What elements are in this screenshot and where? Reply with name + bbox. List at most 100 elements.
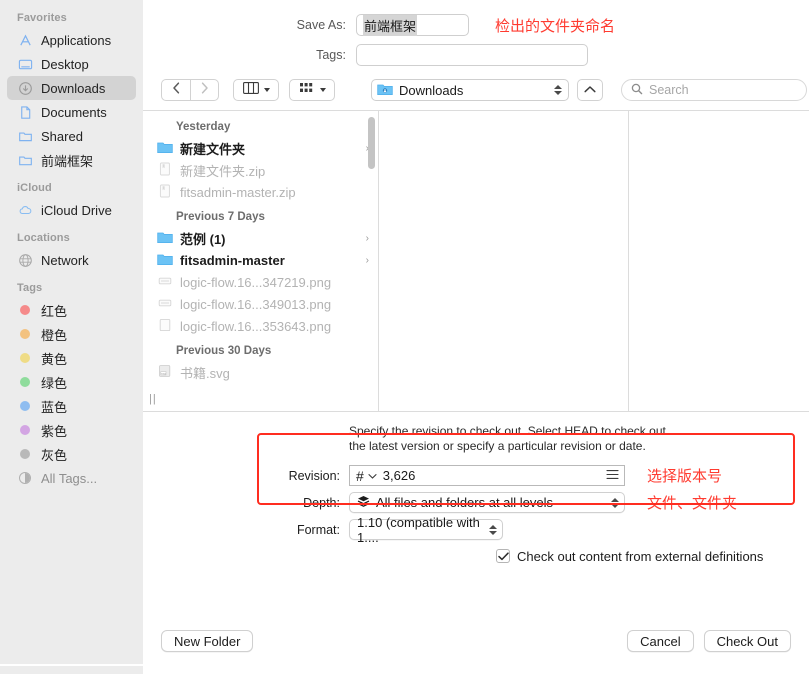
- sidebar-item-desktop[interactable]: Desktop: [7, 52, 136, 76]
- search-input[interactable]: Search: [621, 79, 807, 101]
- tag-dot-icon: [17, 422, 33, 438]
- file-row-新建文件夹-zip[interactable]: 新建文件夹.zip: [143, 159, 378, 181]
- sidebar-item-label: 红色: [41, 303, 68, 319]
- save-as-input[interactable]: 前端框架: [356, 14, 469, 36]
- sidebar-item-label: Desktop: [41, 56, 89, 72]
- chevron-right-icon: ›: [365, 254, 369, 266]
- new-folder-button[interactable]: New Folder: [161, 630, 254, 652]
- file-browser-column-1[interactable]: Yesterday 新建文件夹 › 新建文件夹.zip: [143, 111, 379, 411]
- tags-label: Tags:: [316, 48, 346, 62]
- cloud-icon: [17, 202, 33, 218]
- documents-icon: [17, 104, 33, 120]
- tag-dot-icon: [17, 446, 33, 462]
- sidebar-tag-gray[interactable]: 灰色: [7, 442, 136, 466]
- checkout-options: Specify the revision to check out. Selec…: [143, 412, 809, 569]
- sidebar-group-locations: Locations Network: [0, 232, 143, 272]
- file-group-header: Yesterday: [176, 121, 231, 133]
- sidebar-group-icloud: iCloud iCloud Drive: [0, 182, 143, 222]
- externals-checkbox-row[interactable]: Check out content from external definiti…: [143, 543, 809, 569]
- sidebar: Favorites Applications Desktop Downloads: [0, 0, 143, 664]
- folder-icon: [157, 252, 173, 269]
- format-label: Format:: [296, 522, 340, 537]
- file-row-书籍-svg[interactable]: svg 书籍.svg: [143, 361, 378, 383]
- sidebar-tag-green[interactable]: 绿色: [7, 370, 136, 394]
- format-popup-button[interactable]: 1.10 (compatible with 1....: [349, 515, 503, 545]
- file-row-fitsadmin-master-zip[interactable]: fitsadmin-master.zip: [143, 181, 378, 203]
- file-name: 新建文件夹.zip: [180, 163, 266, 179]
- downloads-folder-icon: [377, 82, 393, 99]
- file-row-logic-flow-347219[interactable]: logic-flow.16...347219.png: [143, 271, 378, 293]
- sidebar-tag-purple[interactable]: 紫色: [7, 418, 136, 442]
- sidebar-group-header: Tags: [17, 282, 43, 294]
- image-icon: [157, 296, 173, 313]
- sidebar-item-icloud-drive[interactable]: iCloud Drive: [7, 198, 136, 222]
- sidebar-item-applications[interactable]: Applications: [7, 28, 136, 52]
- image-file-icon: [157, 318, 173, 335]
- revision-value: 3,626: [382, 468, 416, 483]
- sidebar-item-shared[interactable]: Shared: [7, 124, 136, 148]
- file-row-范例-1[interactable]: 范例 (1) ›: [143, 227, 378, 249]
- file-name: fitsadmin-master: [180, 252, 285, 268]
- tag-dot-icon: [17, 398, 33, 414]
- file-name: fitsadmin-master.zip: [180, 184, 296, 200]
- path-popup-button[interactable]: Downloads: [371, 79, 569, 101]
- sidebar-item-network[interactable]: Network: [7, 248, 136, 272]
- forward-button[interactable]: [190, 79, 219, 101]
- file-browser: Yesterday 新建文件夹 › 新建文件夹.zip: [143, 110, 809, 412]
- sidebar-tag-yellow[interactable]: 黄色: [7, 346, 136, 370]
- finder-toolbar: Downloads Search: [143, 70, 809, 110]
- tag-dot-icon: [17, 302, 33, 318]
- file-list-scrollbar[interactable]: [368, 117, 375, 169]
- sidebar-item-label: 灰色: [41, 447, 68, 463]
- file-row-logic-flow-353643[interactable]: logic-flow.16...353643.png: [143, 315, 378, 337]
- go-up-button[interactable]: [577, 79, 603, 101]
- sidebar-item-label: iCloud Drive: [41, 202, 112, 218]
- sidebar-item-frontend-framework[interactable]: 前端框架: [7, 148, 136, 172]
- revision-input[interactable]: # 3,626: [349, 465, 625, 486]
- file-group-header: Previous 7 Days: [176, 211, 265, 223]
- list-lines-icon[interactable]: [606, 468, 619, 483]
- depth-value: All files and folders at all levels: [376, 495, 554, 510]
- file-row-新建文件夹[interactable]: 新建文件夹 ›: [143, 137, 378, 159]
- format-value: 1.10 (compatible with 1....: [357, 514, 480, 545]
- file-row-logic-flow-349013[interactable]: logic-flow.16...349013.png: [143, 293, 378, 315]
- dialog-footer: New Folder Cancel Check Out: [143, 618, 809, 664]
- file-browser-column-2[interactable]: [379, 111, 629, 411]
- group-by-button[interactable]: [289, 79, 335, 101]
- check-out-button[interactable]: Check Out: [703, 630, 791, 652]
- sidebar-item-label: 前端框架: [41, 153, 94, 169]
- column-resize-grip[interactable]: ||: [149, 393, 157, 405]
- depth-label: Depth:: [303, 495, 340, 510]
- folder-icon: [157, 230, 173, 247]
- sidebar-item-label: 橙色: [41, 327, 68, 343]
- folder-icon: [17, 152, 33, 168]
- sidebar-item-label: Documents: [41, 104, 107, 120]
- sidebar-tag-blue[interactable]: 蓝色: [7, 394, 136, 418]
- column-view-icon: [242, 81, 259, 99]
- depth-popup-button[interactable]: All files and folders at all levels: [349, 492, 625, 513]
- sidebar-item-all-tags[interactable]: All Tags...: [7, 466, 136, 490]
- file-name: logic-flow.16...347219.png: [180, 274, 332, 290]
- tags-input[interactable]: [356, 44, 588, 66]
- sidebar-item-downloads[interactable]: Downloads: [7, 76, 136, 100]
- path-popup-label: Downloads: [399, 82, 464, 98]
- sidebar-group-tags: Tags 红色 橙色 黄色 绿色 蓝色 紫色 灰色 All Tags...: [0, 282, 143, 490]
- desktop-icon: [17, 56, 33, 72]
- sidebar-tag-red[interactable]: 红色: [7, 298, 136, 322]
- sidebar-item-label: 黄色: [41, 351, 68, 367]
- cancel-button[interactable]: Cancel: [627, 630, 694, 652]
- file-row-fitsadmin-master[interactable]: fitsadmin-master ›: [143, 249, 378, 271]
- file-name: 新建文件夹: [180, 141, 246, 157]
- chevron-right-icon: ›: [365, 232, 369, 244]
- sidebar-item-documents[interactable]: Documents: [7, 100, 136, 124]
- revision-label: Revision:: [288, 468, 340, 483]
- sidebar-tag-orange[interactable]: 橙色: [7, 322, 136, 346]
- annotation-depth: 文件、文件夹: [647, 495, 738, 512]
- sidebar-group-header: iCloud: [17, 182, 52, 194]
- externals-checkbox[interactable]: [496, 549, 510, 563]
- back-button[interactable]: [161, 79, 190, 101]
- folder-icon: [17, 128, 33, 144]
- file-browser-column-3[interactable]: [629, 111, 809, 411]
- view-mode-button[interactable]: [233, 79, 279, 101]
- layers-icon: [357, 495, 370, 510]
